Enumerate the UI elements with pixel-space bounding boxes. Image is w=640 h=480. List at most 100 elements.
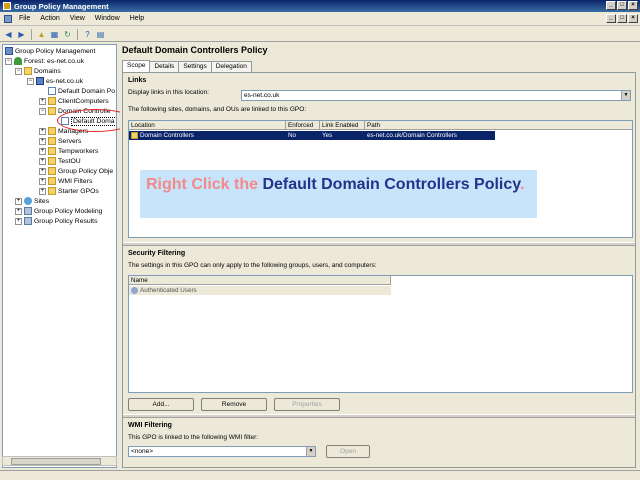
refresh-icon[interactable]: ↻: [62, 29, 73, 40]
remove-button[interactable]: Remove: [201, 398, 267, 411]
users-group-icon: [131, 287, 138, 294]
group-policy-icon: [5, 47, 13, 55]
scrollbar-thumb[interactable]: [11, 458, 101, 465]
pane-splitter[interactable]: [123, 242, 635, 246]
app-icon: [3, 2, 11, 10]
collapse-icon[interactable]: −: [5, 57, 12, 65]
back-icon[interactable]: ◀: [3, 29, 14, 40]
cell-link-enabled: Yes: [322, 132, 333, 139]
tab-settings[interactable]: Settings: [178, 61, 212, 72]
callout-text-1: Right Click the: [146, 176, 263, 193]
tab-details[interactable]: Details: [149, 61, 180, 72]
cell-name: Authenticated Users: [129, 286, 391, 295]
tree-node-domains[interactable]: − Domains: [15, 66, 61, 76]
open-wmi-button[interactable]: Open: [326, 445, 370, 458]
column-link-enabled[interactable]: Link Enabled: [320, 121, 365, 130]
results-pane: Default Domain Controllers Policy Scope …: [120, 44, 638, 468]
expand-icon[interactable]: +: [39, 187, 46, 195]
menu-help[interactable]: Help: [125, 15, 149, 22]
show-hide-tree-icon[interactable]: ▦: [49, 29, 60, 40]
tab-scope[interactable]: Scope: [122, 60, 151, 72]
tree-node-default-domain-policy[interactable]: Default Domain Po: [48, 86, 115, 96]
properties-icon[interactable]: ▤: [95, 29, 106, 40]
tree-node-forest[interactable]: − Forest: es-net.co.uk: [5, 56, 84, 66]
child-minimize-button[interactable]: _: [606, 14, 616, 23]
tree-node-sites[interactable]: + Sites: [15, 196, 49, 206]
page-title: Default Domain Controllers Policy: [122, 45, 268, 55]
menu-action[interactable]: Action: [35, 15, 64, 22]
collapse-icon[interactable]: −: [15, 67, 22, 75]
child-close-button[interactable]: ×: [628, 14, 638, 23]
expand-icon[interactable]: +: [39, 137, 46, 145]
toolbar-separator: [77, 28, 78, 40]
table-row[interactable]: Domain Controllers No Yes es-net.co.uk/D…: [129, 131, 495, 140]
instruction-callout: Right Click the Default Domain Controlle…: [140, 170, 537, 218]
display-links-value: es-net.co.uk: [244, 92, 280, 99]
close-button[interactable]: ×: [628, 1, 638, 10]
tree-node-starter-gpos[interactable]: + Starter GPOs: [39, 186, 99, 196]
up-icon[interactable]: ▲: [36, 29, 47, 40]
ou-icon: [48, 107, 56, 115]
expand-icon[interactable]: +: [39, 127, 46, 135]
tree-node-servers[interactable]: + Servers: [39, 136, 81, 146]
mmc-icon[interactable]: [4, 14, 12, 23]
expand-icon[interactable]: +: [39, 177, 46, 185]
modeling-icon: [24, 207, 32, 215]
collapse-icon[interactable]: −: [27, 77, 34, 85]
menu-file[interactable]: File: [14, 15, 35, 22]
expand-icon[interactable]: +: [39, 167, 46, 175]
cell-location: Domain Controllers: [129, 131, 286, 140]
tree-node-gp-modeling[interactable]: + Group Policy Modeling: [15, 206, 102, 216]
tree-node-gp-results[interactable]: + Group Policy Results: [15, 216, 97, 226]
child-restore-button[interactable]: □: [617, 14, 627, 23]
menu-view[interactable]: View: [65, 15, 90, 22]
wmi-filter-combo[interactable]: <none> ▼: [128, 446, 316, 457]
display-links-combo[interactable]: es-net.co.uk ▼: [241, 90, 631, 101]
help-icon[interactable]: ?: [82, 29, 93, 40]
tree-node-gpm[interactable]: Group Policy Management: [5, 46, 95, 56]
folder-icon: [48, 187, 56, 195]
column-name[interactable]: Name: [129, 276, 391, 285]
results-icon: [24, 217, 32, 225]
tree-node-tempworkers[interactable]: + Tempworkers: [39, 146, 98, 156]
menu-bar: File Action View Window Help _ □ ×: [0, 12, 640, 26]
wmi-filtering-description: This GPO is linked to the following WMI …: [128, 434, 259, 441]
tab-strip: Scope Details Settings Delegation: [122, 60, 252, 72]
collapse-icon[interactable]: −: [39, 107, 46, 115]
column-location[interactable]: Location: [129, 121, 286, 130]
maximize-button[interactable]: □: [617, 1, 627, 10]
tree-horizontal-scrollbar[interactable]: [2, 456, 117, 466]
folder-icon: [48, 167, 56, 175]
tree-node-wmi-filters[interactable]: + WMI Filters: [39, 176, 92, 186]
expand-icon[interactable]: +: [15, 197, 22, 205]
pane-splitter[interactable]: [123, 414, 635, 418]
column-enforced[interactable]: Enforced: [286, 121, 320, 130]
properties-button[interactable]: Properties: [274, 398, 340, 411]
window-title-bar[interactable]: Group Policy Management _ □ ×: [0, 0, 640, 12]
expand-icon[interactable]: +: [15, 207, 22, 215]
dropdown-arrow-icon[interactable]: ▼: [621, 91, 630, 100]
forward-icon[interactable]: ▶: [16, 29, 27, 40]
links-list-header: Location Enforced Link Enabled Path: [129, 121, 632, 130]
console-tree: Group Policy Management − Forest: es-net…: [2, 44, 117, 468]
tab-delegation[interactable]: Delegation: [210, 61, 252, 72]
callout-text-2: Default Domain Controllers Policy: [262, 176, 520, 193]
column-path[interactable]: Path: [365, 121, 632, 130]
minimize-button[interactable]: _: [606, 1, 616, 10]
callout-text-3: .: [519, 176, 525, 193]
tree-node-client-computers[interactable]: + ClientComputers: [39, 96, 109, 106]
menu-window[interactable]: Window: [90, 15, 125, 22]
sites-icon: [24, 197, 32, 205]
table-row[interactable]: Authenticated Users: [129, 286, 391, 295]
security-filtering-list[interactable]: Name Authenticated Users: [128, 275, 633, 393]
expand-icon[interactable]: +: [39, 147, 46, 155]
tree-node-domain[interactable]: − es-net.co.uk: [27, 76, 83, 86]
tree-node-gpo-objects[interactable]: + Group Policy Obje: [39, 166, 113, 176]
expand-icon[interactable]: +: [15, 217, 22, 225]
expand-icon[interactable]: +: [39, 97, 46, 105]
dropdown-arrow-icon[interactable]: ▼: [306, 447, 315, 456]
tree-node-testou[interactable]: + TestOU: [39, 156, 81, 166]
expand-icon[interactable]: +: [39, 157, 46, 165]
add-button[interactable]: Add...: [128, 398, 194, 411]
status-bar: [0, 470, 640, 480]
